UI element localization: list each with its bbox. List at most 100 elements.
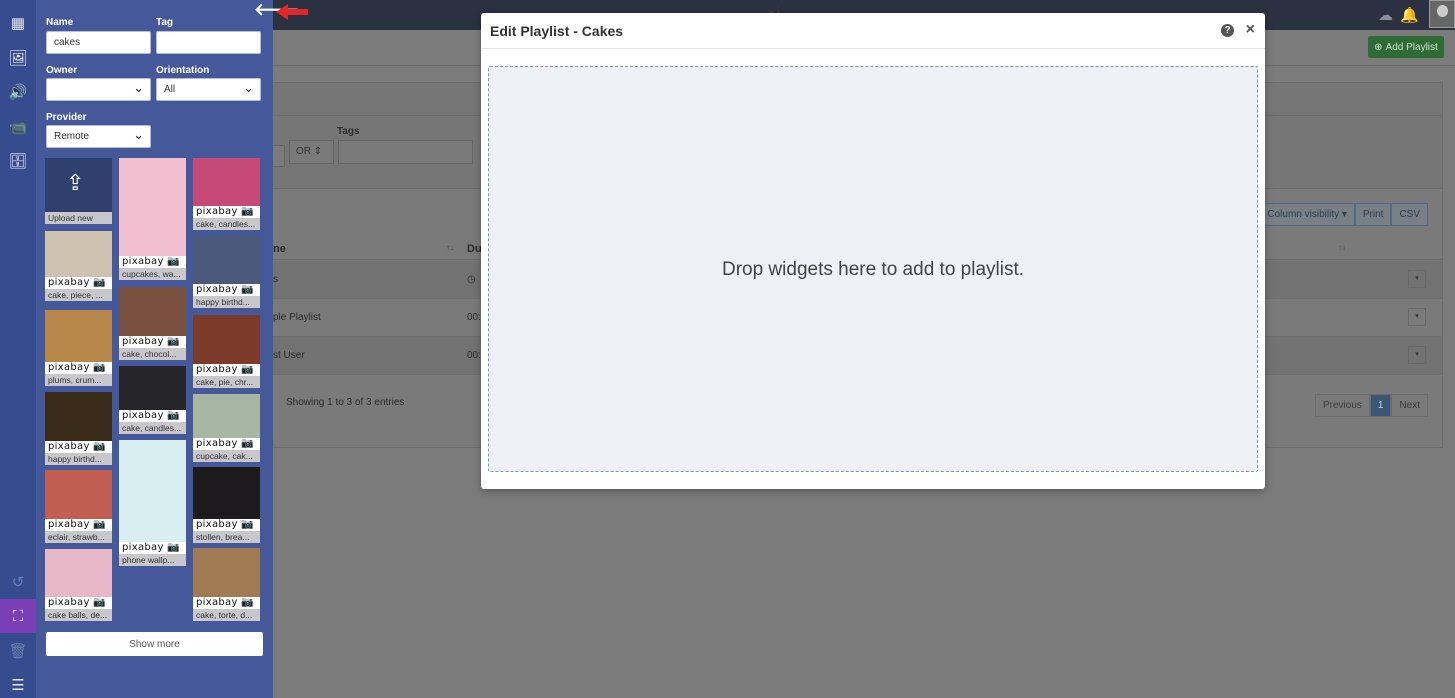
pixabay-label: pixabay 📷 (45, 362, 112, 374)
row-menu-button[interactable]: ▾ (1408, 270, 1426, 288)
thumbnail-caption: cake balls, de... (45, 609, 112, 621)
plus-circle-icon: ⊕ (1374, 41, 1383, 53)
show-more-button[interactable]: Show more (46, 632, 263, 656)
sort-icon[interactable]: ↑↓ (1338, 243, 1346, 252)
edit-playlist-modal: Edit Playlist - Cakes ? × Drop widgets h… (481, 13, 1265, 489)
undo-icon[interactable]: ↺ (0, 565, 36, 599)
thumbnail-image (45, 392, 112, 441)
editor-sidebar: ▦ 🖼 🔊 📹 🗄 ↺ ⛶ 🗑 ☰ (0, 0, 36, 698)
pixabay-label: pixabay 📷 (119, 410, 186, 422)
thumbnail-caption: cake, torte, d... (193, 609, 260, 621)
pixabay-label: pixabay 📷 (119, 256, 186, 268)
image-icon[interactable]: 🖼 (0, 41, 36, 75)
playlist-drop-zone[interactable]: Drop widgets here to add to playlist. (488, 66, 1258, 472)
pixabay-label: pixabay 📷 (193, 364, 260, 376)
orientation-select[interactable]: All (156, 78, 261, 101)
tags-checkbox[interactable] (273, 145, 285, 167)
thumbnail-caption: cake, candles... (193, 218, 260, 230)
print-button[interactable]: Print (1354, 203, 1392, 226)
pixabay-label: pixabay 📷 (45, 597, 112, 609)
select-area-icon[interactable]: ⛶ (0, 599, 36, 633)
media-thumbnail[interactable]: pixabay 📷 happy birthd... (193, 236, 260, 308)
archive-icon[interactable]: 🗄 (0, 144, 36, 178)
widgets-icon[interactable]: ▦ (0, 6, 36, 40)
thumbnail-caption: cake, candles... (119, 422, 186, 434)
thumbnail-caption: cake, chocol... (119, 348, 186, 360)
pixabay-label: pixabay 📷 (45, 519, 112, 531)
thumbnail-image (45, 549, 112, 597)
media-thumbnail[interactable]: pixabay 📷 cupcakes, wa... (119, 158, 186, 280)
audio-icon[interactable]: 🔊 (0, 75, 36, 109)
next-page-button[interactable]: Next (1391, 394, 1428, 417)
row-menu-button[interactable]: ▾ (1408, 346, 1426, 364)
pixabay-label: pixabay 📷 (45, 277, 112, 289)
thumbnail-image (193, 315, 260, 364)
video-icon[interactable]: 📹 (0, 110, 36, 144)
sort-icon[interactable]: ↑↓ (446, 243, 454, 252)
column-visibility-button[interactable]: Column visibility ▾ (1259, 203, 1355, 226)
tags-logic-select[interactable]: OR ⇕ (289, 140, 334, 164)
pixabay-label: pixabay 📷 (119, 542, 186, 554)
thumbnail-image (193, 236, 260, 284)
help-icon[interactable]: ? (1221, 24, 1234, 37)
orientation-label: Orientation (156, 65, 210, 76)
provider-label: Provider (46, 112, 87, 123)
media-thumbnail[interactable]: pixabay 📷 stollen, brea... (193, 467, 260, 543)
clock-icon: ◷ (467, 274, 476, 285)
pixabay-label: pixabay 📷 (193, 597, 260, 609)
red-pointer-arrow-icon (276, 4, 308, 20)
previous-page-button[interactable]: Previous (1314, 394, 1370, 417)
column-header-duration[interactable]: Du (467, 243, 482, 255)
media-thumbnail[interactable]: pixabay 📷 plums, crum... (45, 310, 112, 386)
pixabay-label: pixabay 📷 (119, 336, 186, 348)
avatar[interactable] (1429, 0, 1455, 28)
modal-header: Edit Playlist - Cakes ? × (481, 13, 1265, 49)
menu-icon[interactable]: ☰ (0, 668, 36, 698)
thumbnail-image (193, 467, 260, 519)
column-header-name[interactable]: ne (273, 243, 286, 255)
thumbnail-image (45, 231, 112, 277)
thumbnail-caption: stollen, brea... (193, 531, 260, 543)
owner-select[interactable] (46, 78, 151, 101)
thumbnail-caption: phone wallp... (119, 554, 186, 566)
thumbnail-caption: plums, crum... (45, 374, 112, 386)
tags-label: Tags (337, 126, 360, 137)
name-input[interactable]: cakes (46, 31, 151, 54)
close-icon[interactable]: × (1246, 21, 1255, 39)
media-thumbnail[interactable]: pixabay 📷 eclair, strawb... (45, 470, 112, 543)
media-thumbnail[interactable]: pixabay 📷 happy birthd... (45, 392, 112, 465)
trash-icon[interactable]: 🗑 (0, 634, 36, 668)
media-thumbnail[interactable]: pixabay 📷 cake, candles... (119, 366, 186, 434)
thumbnail-image (193, 548, 260, 597)
pagination: Previous 1 Next (1314, 394, 1428, 417)
thumbnail-image (45, 310, 112, 362)
media-thumbnail[interactable]: pixabay 📷 cupcake, cak... (193, 394, 260, 462)
media-thumbnail[interactable]: pixabay 📷 cake balls, de... (45, 549, 112, 621)
thumbnail-caption: cupcake, cak... (193, 450, 260, 462)
bell-icon[interactable]: 🔔 (1400, 6, 1419, 24)
upload-new-tile[interactable]: ⇪ Upload new (45, 158, 112, 224)
thumbnail-caption: cake, piece, ... (45, 289, 112, 301)
thumbnail-caption: cake, pie, chr... (193, 376, 260, 388)
media-thumbnail[interactable]: pixabay 📷 cake, candles... (193, 158, 260, 230)
pixabay-label: pixabay 📷 (193, 519, 260, 531)
thumbnail-image (119, 366, 186, 410)
csv-button[interactable]: CSV (1391, 203, 1428, 226)
page-1-button[interactable]: 1 (1369, 394, 1392, 417)
tags-input[interactable] (338, 140, 473, 164)
provider-select[interactable]: Remote (46, 125, 151, 148)
cloud-icon[interactable]: ☁ (1378, 6, 1393, 24)
owner-label: Owner (46, 65, 78, 76)
media-thumbnail[interactable]: pixabay 📷 cake, pie, chr... (193, 315, 260, 388)
add-playlist-button[interactable]: ⊕ Add Playlist (1368, 36, 1444, 58)
tag-input[interactable] (156, 31, 261, 54)
media-thumbnail[interactable]: pixabay 📷 cake, chocol... (119, 287, 186, 360)
media-thumbnail[interactable]: pixabay 📷 cake, torte, d... (193, 548, 260, 621)
name-label: Name (46, 17, 74, 28)
modal-title: Edit Playlist - Cakes (490, 23, 624, 39)
drop-hint: Drop widgets here to add to playlist. (721, 259, 1025, 280)
media-thumbnail[interactable]: pixabay 📷 phone wallp... (119, 440, 186, 566)
pixabay-label: pixabay 📷 (45, 441, 112, 453)
media-thumbnail[interactable]: pixabay 📷 cake, piece, ... (45, 231, 112, 301)
row-menu-button[interactable]: ▾ (1408, 308, 1426, 326)
